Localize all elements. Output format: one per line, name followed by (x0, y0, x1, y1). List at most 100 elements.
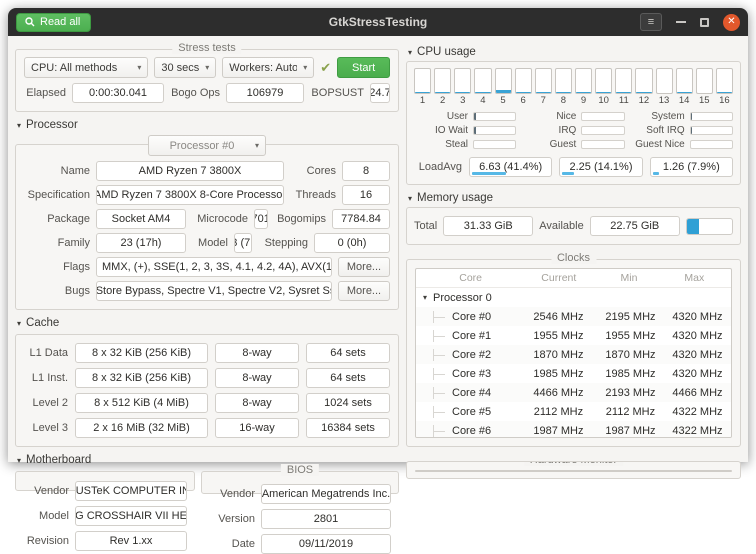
workers-combo[interactable]: Workers: Auto▾ (222, 57, 314, 78)
microcode-value[interactable]: 0x8701013 (254, 209, 268, 229)
table-row: Core #4 4466 MHz2193 MHz4466 MHz (416, 383, 731, 402)
method-combo[interactable]: CPU: All methods▾ (24, 57, 148, 78)
package-value[interactable]: Socket AM4 (96, 209, 186, 229)
cache-size-value[interactable]: 8 x 512 KiB (4 MiB) (75, 393, 208, 413)
cache-size-value[interactable]: 8 x 32 KiB (256 KiB) (75, 343, 208, 363)
package-label: Package (24, 213, 90, 225)
mobo-revision-value[interactable]: Rev 1.xx (75, 531, 187, 551)
cache-expander[interactable]: ▾ Cache (15, 313, 399, 332)
table-row: Core #3 1985 MHz1985 MHz4320 MHz (416, 364, 731, 383)
bios-date-value[interactable]: 09/11/2019 (261, 534, 391, 554)
memory-total-label: Total (414, 220, 437, 232)
core-meter: 8 (555, 68, 572, 106)
minimize-button[interactable] (676, 21, 686, 23)
table-row: Core #2 1870 MHz1870 MHz4320 MHz (416, 345, 731, 364)
system-bar (690, 112, 733, 121)
read-all-button[interactable]: Read all (16, 13, 91, 32)
threads-value[interactable]: 16 (342, 185, 390, 205)
memory-total-value[interactable]: 31.33 GiB (443, 216, 533, 236)
start-button[interactable]: Start (337, 57, 390, 78)
memory-available-value[interactable]: 22.75 GiB (590, 216, 680, 236)
user-label: User (414, 111, 468, 122)
loadavg-5min[interactable]: 2.25 (14.1%) (559, 157, 642, 177)
cache-sets-value[interactable]: 64 sets (306, 343, 390, 363)
flags-more-button[interactable]: More... (338, 257, 390, 277)
bios-title: BIOS (281, 464, 319, 476)
loadavg-15min[interactable]: 1.26 (7.9%) (650, 157, 733, 177)
cache-sets-value[interactable]: 64 sets (306, 368, 390, 388)
table-row: Core #1 1955 MHz1955 MHz4320 MHz (416, 326, 731, 345)
cpu-usage-expander[interactable]: ▾ CPU usage (406, 42, 741, 61)
model-value[interactable]: 113 (71h) (234, 233, 252, 253)
menu-button[interactable]: ≡ (640, 13, 662, 31)
steal-bar (473, 140, 516, 149)
core-meter: 2 (434, 68, 451, 106)
family-value[interactable]: 23 (17h) (96, 233, 186, 253)
cache-size-value[interactable]: 8 x 32 KiB (256 KiB) (75, 368, 208, 388)
core-meter: 6 (515, 68, 532, 106)
close-button[interactable]: ✕ (723, 14, 740, 31)
stepping-value[interactable]: 0 (0h) (314, 233, 390, 253)
cache-ways-value[interactable]: 8-way (215, 343, 299, 363)
memory-usage-expander[interactable]: ▾ Memory usage (406, 188, 741, 207)
cpu-name-value[interactable]: AMD Ryzen 7 3800X (96, 161, 284, 181)
cache-size-value[interactable]: 2 x 16 MiB (32 MiB) (75, 418, 208, 438)
flags-value[interactable]: MMX, (+), SSE(1, 2, 3, 3S, 4.1, 4.2, 4A)… (96, 257, 332, 277)
bopsust-value[interactable]: 224.73 (370, 83, 390, 103)
expander-arrow-icon: ▾ (408, 48, 412, 57)
chevron-down-icon: ▾ (205, 63, 209, 72)
hardware-monitor-frame: Hardware Monitor CoreCurrentMinMax ▾asus… (406, 461, 741, 479)
bopsust-label: BOPSUST (310, 87, 364, 99)
cores-value[interactable]: 8 (342, 161, 390, 181)
family-label: Family (24, 237, 90, 249)
bugs-more-button[interactable]: More... (338, 281, 390, 301)
cache-row: L1 Inst. 8 x 32 KiB (256 KiB) 8-way 64 s… (24, 368, 390, 388)
motherboard-expander[interactable]: ▾ Motherboard (15, 450, 399, 469)
cache-frame: L1 Data 8 x 32 KiB (256 KiB) 8-way 64 se… (15, 334, 399, 447)
cache-ways-value[interactable]: 8-way (215, 393, 299, 413)
clocks-group-row[interactable]: ▾Processor 0 (416, 288, 731, 307)
cache-ways-value[interactable]: 16-way (215, 418, 299, 438)
bios-vendor-value[interactable]: American Megatrends Inc. (261, 484, 391, 504)
mobo-model-label: Model (23, 510, 69, 522)
loadavg-label: LoadAvg (414, 161, 462, 173)
stress-tests-frame: Stress tests CPU: All methods▾ 30 secs▾ … (15, 49, 399, 112)
soft-irq-label: Soft IRQ (631, 125, 685, 136)
bogomips-value[interactable]: 7784.84 (332, 209, 390, 229)
guest-label: Guest (522, 139, 576, 150)
mobo-model-value[interactable]: ROG CROSSHAIR VII HERO (75, 506, 187, 526)
bogo-ops-value[interactable]: 106979 (226, 83, 304, 103)
irq-bar (581, 126, 624, 135)
specification-label: Specification (24, 189, 90, 201)
threads-label: Threads (290, 189, 336, 201)
clocks-frame: Clocks CoreCurrentMinMax ▾Processor 0 Co… (406, 259, 741, 447)
cache-row: Level 3 2 x 16 MiB (32 MiB) 16-way 16384… (24, 418, 390, 438)
motherboard-frame: Vendor ASUSTeK COMPUTER INC. Model ROG C… (15, 471, 195, 491)
core-meter: 15 (696, 68, 713, 106)
mobo-vendor-value[interactable]: ASUSTeK COMPUTER INC. (75, 481, 187, 501)
bios-version-value[interactable]: 2801 (261, 509, 391, 529)
bios-vendor-label: Vendor (209, 488, 255, 500)
elapsed-value[interactable]: 0:00:30.041 (72, 83, 164, 103)
clocks-table-header: CoreCurrentMinMax (416, 269, 731, 288)
guest-bar (581, 140, 624, 149)
cache-sets-value[interactable]: 16384 sets (306, 418, 390, 438)
cache-row: Level 2 8 x 512 KiB (4 MiB) 8-way 1024 s… (24, 393, 390, 413)
cache-ways-value[interactable]: 8-way (215, 368, 299, 388)
expander-arrow-icon: ▾ (423, 293, 427, 302)
maximize-button[interactable] (700, 18, 709, 27)
bogomips-label: Bogomips (274, 213, 326, 225)
cpu-stats-grid: User Nice System IO Wait IRQ Soft IRQ St… (414, 111, 733, 150)
model-label: Model (192, 237, 228, 249)
irq-label: IRQ (522, 125, 576, 136)
bugs-value[interactable]: Spec Store Bypass, Spectre V1, Spectre V… (96, 281, 332, 301)
cache-sets-value[interactable]: 1024 sets (306, 393, 390, 413)
specification-value[interactable]: AMD Ryzen 7 3800X 8-Core Processor (96, 185, 284, 205)
processor-expander[interactable]: ▾ Processor (15, 115, 399, 134)
loadavg-1min[interactable]: 6.63 (41.4%) (469, 157, 552, 177)
processor-selector-combo[interactable]: Processor #0▾ (148, 135, 266, 156)
duration-combo[interactable]: 30 secs▾ (154, 57, 216, 78)
right-column: ▾ CPU usage 1 2 3 4 5 6 7 8 9 10 11 12 (406, 42, 741, 462)
core-meter: 4 (474, 68, 491, 106)
bios-frame: BIOS Vendor American Megatrends Inc. Ver… (201, 471, 399, 494)
